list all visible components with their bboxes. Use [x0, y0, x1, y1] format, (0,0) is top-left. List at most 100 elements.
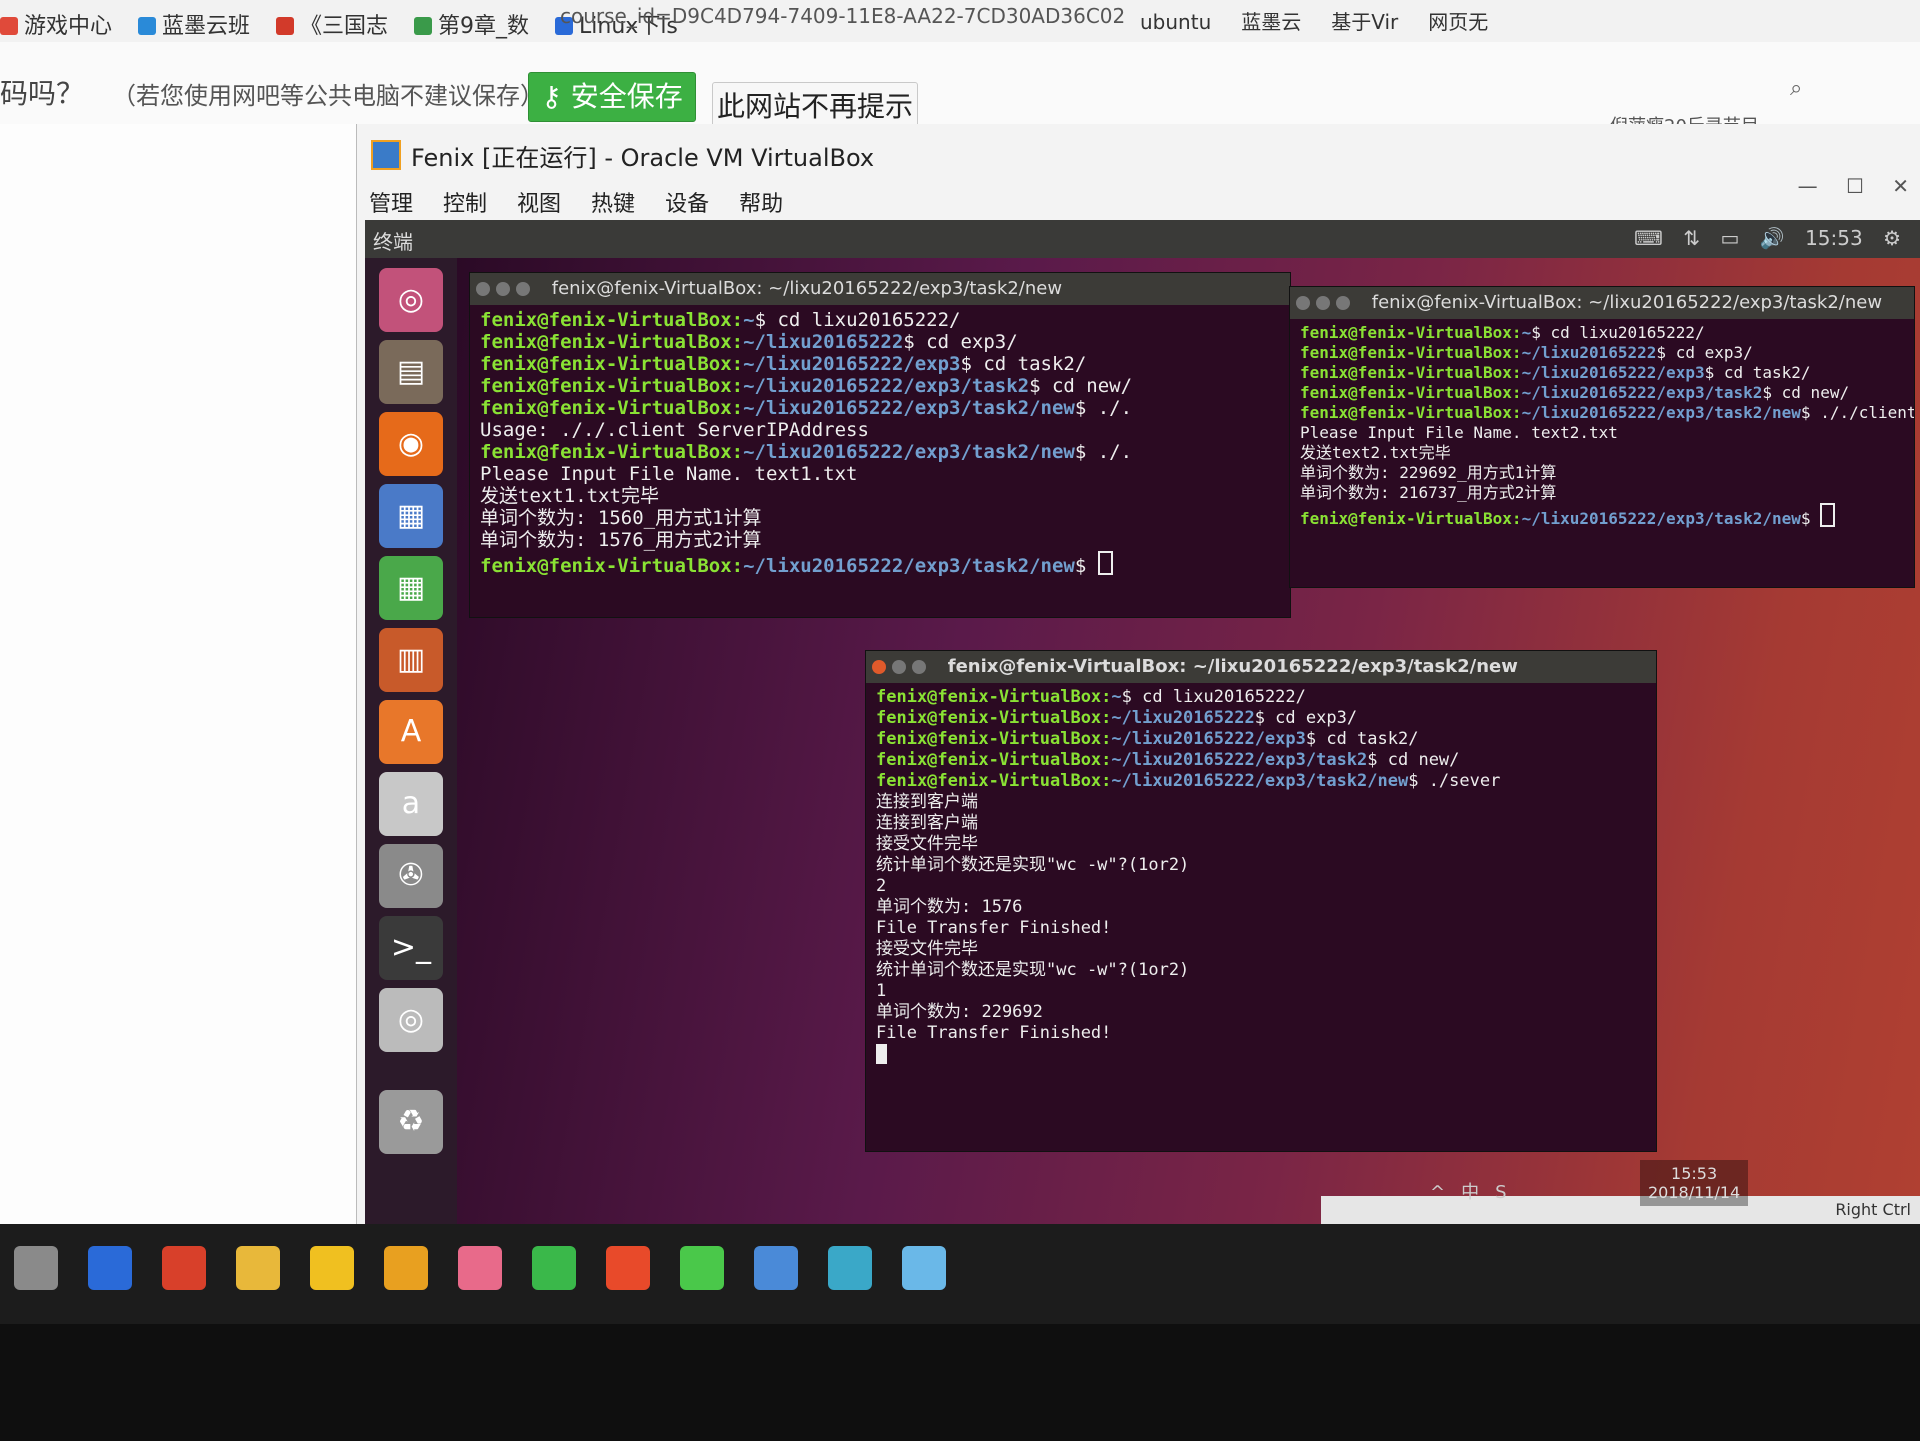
volume-icon[interactable]: 🔊 — [1760, 226, 1785, 250]
host-time: 15:53 — [1671, 1164, 1718, 1183]
close-dot-icon[interactable] — [476, 282, 490, 296]
terminal-window-client-1[interactable]: fenix@fenix-VirtualBox: ~/lixu20165222/e… — [469, 272, 1291, 618]
maximize-dot-icon[interactable] — [1336, 296, 1350, 310]
terminal-window-server[interactable]: fenix@fenix-VirtualBox: ~/lixu20165222/e… — [865, 650, 1657, 1152]
bookmark-item[interactable]: 蓝墨云班 — [138, 8, 250, 40]
minimize-icon[interactable]: — — [1798, 174, 1818, 198]
settings-icon[interactable]: ✇ — [379, 844, 443, 908]
vbox-status-bar: Right Ctrl — [1321, 1196, 1920, 1224]
terminal-line: 2 — [876, 876, 1646, 897]
menu-item[interactable]: 设备 — [665, 192, 709, 217]
edge-swirl-icon[interactable] — [828, 1246, 872, 1290]
safe-save-button[interactable]: ⚷ 安全保存 — [528, 72, 696, 122]
qq-icon[interactable] — [162, 1246, 206, 1290]
writer-icon[interactable]: ▦ — [379, 484, 443, 548]
files-icon[interactable]: ▤ — [379, 340, 443, 404]
terminal-title: fenix@fenix-VirtualBox: ~/lixu20165222/e… — [551, 278, 1063, 299]
bookmark-item[interactable]: 游戏中心 — [0, 8, 112, 40]
terminal-line: 单词个数为: 1576 — [876, 897, 1646, 918]
terminal-line: fenix@fenix-VirtualBox:~/lixu20165222/ex… — [1300, 383, 1904, 403]
battery-icon[interactable]: ▭ — [1721, 226, 1740, 250]
windows-apps-icon[interactable] — [606, 1246, 650, 1290]
prompt-path: ~/lixu20165222/exp3 — [1111, 729, 1306, 749]
maximize-dot-icon[interactable] — [912, 660, 926, 674]
guest-clock[interactable]: 15:53 — [1805, 226, 1863, 250]
terminal-line: 统计单词个数还是实现"wc -w"?(1or2) — [876, 855, 1646, 876]
command-text: $ cd task2/ — [1305, 729, 1419, 749]
ie-green-icon[interactable] — [532, 1246, 576, 1290]
menu-item[interactable]: 视图 — [517, 192, 561, 217]
browser-360-icon[interactable] — [310, 1246, 354, 1290]
command-text: $ cd lixu20165222/ — [1531, 323, 1705, 342]
feather-icon[interactable] — [458, 1246, 502, 1290]
close-icon[interactable]: ✕ — [1892, 174, 1909, 198]
wechat-icon[interactable] — [680, 1246, 724, 1290]
search-icon[interactable]: ⌕ — [1790, 76, 1802, 101]
terminal-title: fenix@fenix-VirtualBox: ~/lixu20165222/e… — [1371, 292, 1883, 313]
minimize-dot-icon[interactable] — [1316, 296, 1330, 310]
output-text: File Transfer Finished! — [876, 918, 1112, 938]
text-cursor — [1820, 503, 1836, 527]
tray-item[interactable]: ^ — [1430, 1182, 1445, 1203]
firefox-icon[interactable]: ◉ — [379, 412, 443, 476]
prompt-path: ~/lixu20165222/exp3/task2/new — [1521, 509, 1801, 528]
trash-icon[interactable]: ♻ — [379, 1090, 443, 1154]
terminal-output[interactable]: fenix@fenix-VirtualBox:~$ cd lixu2016522… — [866, 683, 1656, 1071]
menu-item[interactable]: 管理 — [369, 192, 413, 217]
terminal-icon[interactable]: >_ — [379, 916, 443, 980]
store-icon[interactable] — [88, 1246, 132, 1290]
browser-tab[interactable]: 网页无 — [1428, 6, 1488, 35]
terminal-line: File Transfer Finished! — [876, 918, 1646, 939]
photos-icon[interactable] — [14, 1246, 58, 1290]
terminal-output[interactable]: fenix@fenix-VirtualBox: ~$ cd lixu2016522… — [1290, 319, 1914, 533]
output-text: 2 — [876, 876, 887, 896]
google-icon[interactable] — [384, 1246, 428, 1290]
tray-item[interactable]: 中 — [1461, 1182, 1479, 1203]
key-icon: ⚷ — [541, 80, 571, 113]
prompt-user: fenix@fenix-VirtualBox: — [480, 397, 744, 419]
terminal-titlebar: fenix@fenix-VirtualBox: ~/lixu20165222/e… — [866, 651, 1656, 683]
bookmark-item[interactable]: 《三国志 — [276, 8, 388, 40]
virtualbox-icon[interactable] — [754, 1246, 798, 1290]
close-dot-icon[interactable] — [1296, 296, 1310, 310]
terminal-line: fenix@fenix-VirtualBox:~/lixu20165222/ex… — [480, 375, 1280, 397]
ubuntu-dash-icon[interactable]: ◎ — [379, 268, 443, 332]
settings-gear-icon[interactable]: ⚙ — [1883, 226, 1901, 250]
tray-item[interactable]: S — [1495, 1182, 1506, 1203]
minimize-dot-icon[interactable] — [496, 282, 510, 296]
software-center-icon[interactable]: A — [379, 700, 443, 764]
browser-tab[interactable]: 基于Vir — [1331, 6, 1398, 35]
prompt-user: fenix@fenix-VirtualBox: — [1300, 403, 1522, 422]
host-clock[interactable]: 15:53 2018/11/14 — [1640, 1160, 1749, 1206]
amazon-icon[interactable]: a — [379, 772, 443, 836]
terminal-line: fenix@fenix-VirtualBox:~$ cd lixu2016522… — [1300, 323, 1904, 343]
terminal-window-client-2[interactable]: fenix@fenix-VirtualBox: ~/lixu20165222/e… — [1289, 286, 1915, 588]
minimize-dot-icon[interactable] — [892, 660, 906, 674]
bookmark-item[interactable]: 第9章_数 — [414, 8, 529, 40]
explorer-icon[interactable] — [236, 1246, 280, 1290]
command-text: $ cd task2/ — [1704, 363, 1811, 382]
menu-item[interactable]: 控制 — [443, 192, 487, 217]
close-dot-icon[interactable] — [872, 660, 886, 674]
prompt-path: ~ — [1521, 323, 1532, 342]
command-text: $ cd exp3/ — [1254, 708, 1358, 728]
impress-icon[interactable]: ▥ — [379, 628, 443, 692]
command-text: $ cd exp3/ — [903, 331, 1018, 353]
prompt-path: ~/lixu20165222 — [743, 331, 904, 353]
browser-tab[interactable]: 蓝墨云 — [1241, 6, 1301, 35]
calc-icon[interactable]: ▦ — [379, 556, 443, 620]
maximize-icon[interactable]: ☐ — [1846, 174, 1864, 198]
network-icon[interactable]: ⇅ — [1683, 226, 1700, 250]
keyboard-icon[interactable]: ⌨ — [1634, 226, 1663, 250]
browser-tab[interactable]: ubuntu — [1140, 10, 1211, 34]
prompt-path: ~/lixu20165222 — [1521, 343, 1657, 362]
menu-item[interactable]: 帮助 — [739, 192, 783, 217]
notes-icon[interactable] — [902, 1246, 946, 1290]
terminal-line: fenix@fenix-VirtualBox:~$ cd lixu2016522… — [480, 309, 1280, 331]
dvd-icon[interactable]: ◎ — [379, 988, 443, 1052]
address-fragment[interactable]: course_id=D9C4D794-7409-11E8-AA22-7CD30A… — [560, 4, 1125, 28]
terminal-output[interactable]: fenix@fenix-VirtualBox:~$ cd lixu2016522… — [470, 305, 1290, 581]
maximize-dot-icon[interactable] — [516, 282, 530, 296]
output-text: Please Input File Name. text1.txt — [480, 463, 858, 485]
menu-item[interactable]: 热键 — [591, 192, 635, 217]
